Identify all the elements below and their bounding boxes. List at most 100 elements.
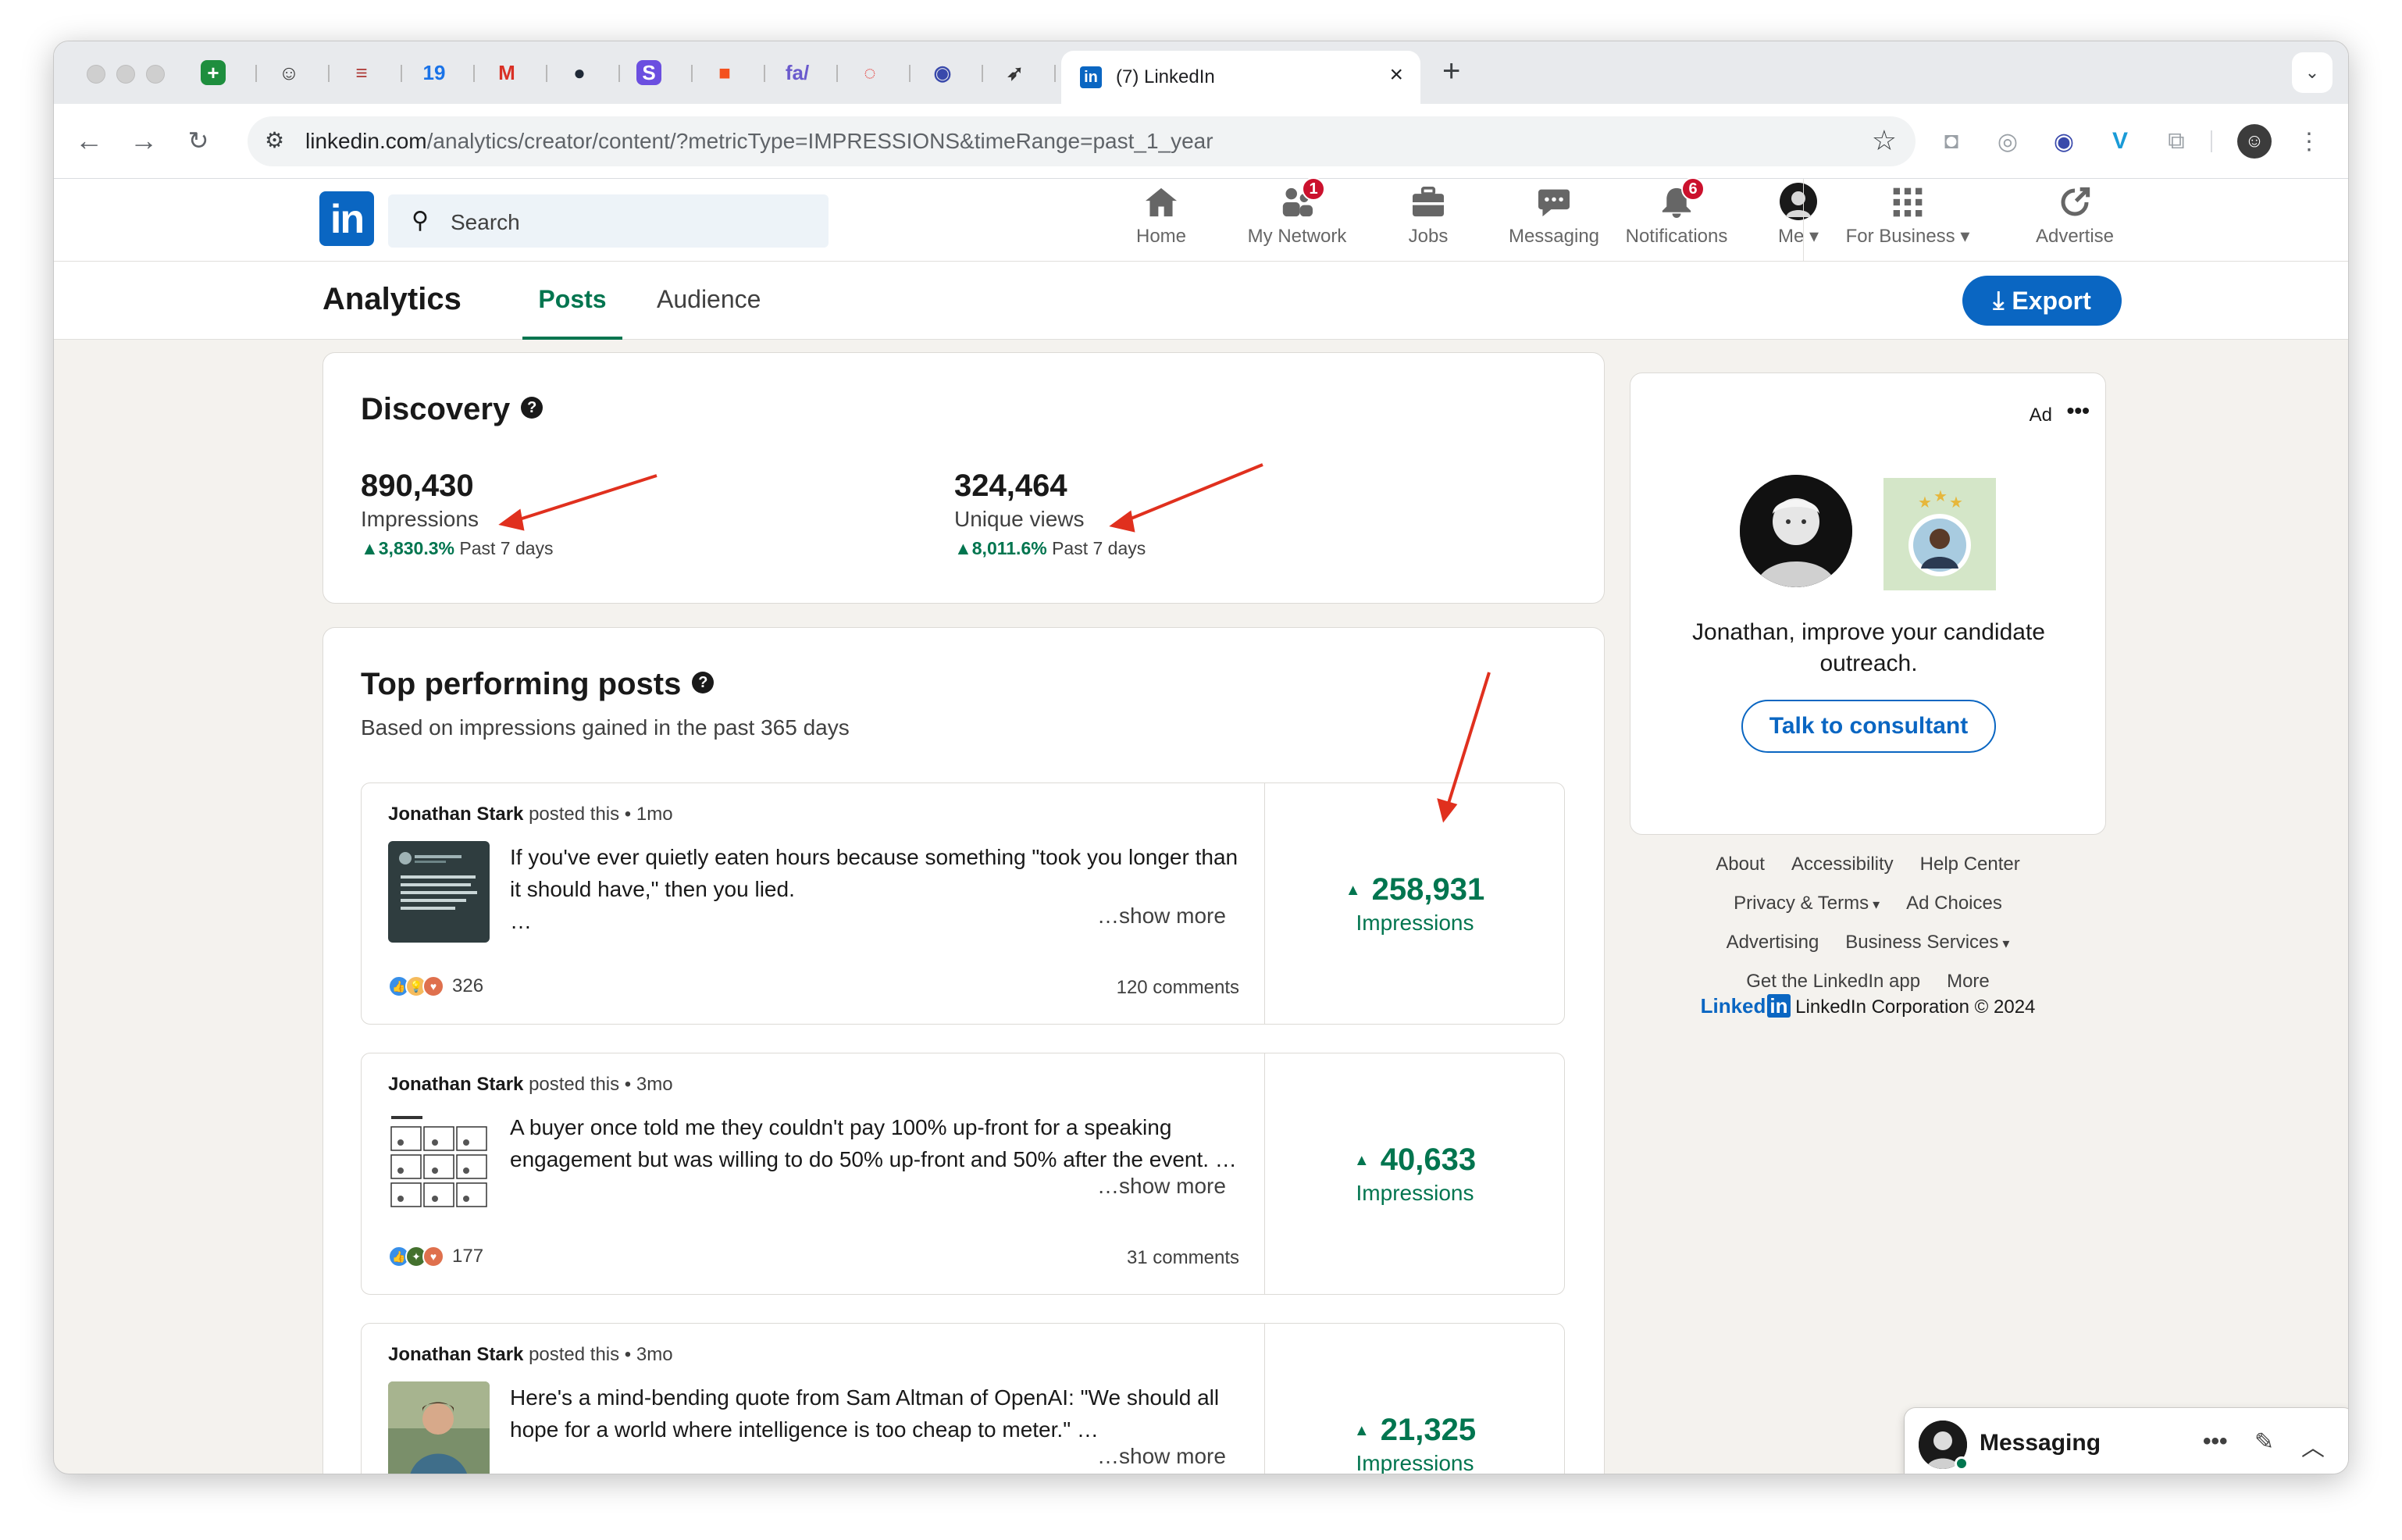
compose-icon[interactable]: ✎ [2254,1428,2274,1456]
download-icon: ⤓ [1993,286,2005,314]
show-more-link[interactable]: …show more [1097,1444,1226,1469]
nav-home[interactable]: Home [1114,184,1208,258]
post-thumbnail[interactable] [388,841,490,943]
post-impressions[interactable]: ▲ 40,633 Impressions [1264,1053,1566,1294]
metric-impressions[interactable]: 890,430 Impressions ▲3,830.3% Past 7 day… [361,469,554,559]
more-options-icon[interactable]: ••• [2067,398,2090,423]
bird-icon[interactable]: ➶ [1000,57,1031,88]
nav-messaging[interactable]: Messaging [1495,184,1613,258]
post-impressions[interactable]: ▲ 21,325 Impressions [1264,1324,1566,1474]
close-window-button[interactable] [87,65,105,84]
fa-icon[interactable]: fa/ [782,57,813,88]
post-card[interactable]: Jonathan Stark posted this • 1mo If you'… [361,782,1565,1025]
zoom-window-button[interactable] [146,65,165,84]
ad-label: Ad [2029,405,2052,426]
dark-circle-icon[interactable]: ● [564,57,595,88]
chevron-up-icon[interactable]: ︿ [2301,1428,2325,1463]
tab-linkedin[interactable]: in (7) LinkedIn × [1061,51,1420,104]
footer-link-business-services[interactable]: Business Services [1845,932,2009,954]
footer-link-about[interactable]: About [1716,854,1765,875]
nav-my-network[interactable]: 1 My Network [1228,177,1366,258]
help-icon[interactable]: ? [692,672,715,694]
post-card[interactable]: Jonathan Stark posted this • 3mo A buyer… [361,1053,1565,1295]
tab-search-chevron-icon[interactable]: ⌄ [2292,52,2333,93]
reaction-count: 177 [452,1246,484,1267]
bookmark-star-icon[interactable]: ☆ [1872,124,1897,157]
footer-link-help-center[interactable]: Help Center [1920,854,2020,875]
show-more-link[interactable]: …show more [1097,904,1226,929]
nav-advertise[interactable]: Advertise [2020,184,2129,258]
calendar-icon[interactable]: 19 [419,57,450,88]
orb-extension-icon[interactable]: ◉ [2047,124,2081,159]
robot-icon[interactable]: ☺ [273,57,305,88]
tab-audience[interactable]: Audience [657,285,761,340]
nav-notifications[interactable]: 6 Notifications [1611,177,1742,258]
vimeo-extension-icon[interactable]: V [2103,124,2137,159]
s-app-icon[interactable]: S [636,60,661,85]
footer-link-accessibility[interactable]: Accessibility [1791,854,1894,875]
footer-link-advertising[interactable]: Advertising [1727,932,1819,954]
messaging-dock-label: Messaging [1980,1430,2101,1456]
show-more-link[interactable]: …show more [1097,1174,1226,1199]
metric-label: Impressions [361,507,479,531]
post-card[interactable]: Jonathan Stark posted this • 3mo Here's … [361,1323,1565,1474]
red-ring-icon[interactable]: ◌ [854,57,886,88]
post-impressions[interactable]: ▲ 258,931 Impressions [1264,783,1566,1024]
reactions[interactable]: 👍 ✦ ♥ 177 [388,1246,483,1267]
ad-text: Jonathan, improve your candidate outreac… [1692,619,2045,676]
nav-for-business-label: For Business ▾ [1845,226,1970,247]
browser-menu-icon[interactable]: ⋮ [2292,124,2326,159]
forward-arrow-icon[interactable]: → [124,121,163,160]
site-info-icon[interactable]: ⚙ [265,127,284,153]
metric-change: ▲8,011.6% Past 7 days [954,538,1146,558]
footer-link-get-app[interactable]: Get the LinkedIn app [1746,971,1920,993]
footer-link-ad-choices[interactable]: Ad Choices [1906,893,2002,914]
svg-text:★: ★ [1918,494,1932,512]
impressions-label: Impressions [1356,910,1474,935]
footer-link-more[interactable]: More [1947,971,1990,993]
camera-extension-icon[interactable]: ◘ [1934,124,1969,159]
tab-posts[interactable]: Posts [522,285,622,340]
talk-to-consultant-button[interactable]: Talk to consultant [1741,700,1996,753]
export-button[interactable]: ⤓ Export [1962,276,2122,326]
comment-count[interactable]: 31 comments [1127,1247,1239,1269]
help-icon[interactable]: ? [521,397,543,419]
reload-icon[interactable]: ↻ [179,121,218,160]
nav-home-label: Home [1135,226,1187,247]
browser-toolbar: ← → ↻ ⚙ linkedin.com/analytics/creator/c… [54,104,2348,179]
up-triangle-icon: ▲ [1345,881,1361,899]
stack-icon[interactable]: ≡ [346,57,377,88]
metric-unique-views[interactable]: 324,464 Unique views ▲8,011.6% Past 7 da… [954,469,1146,559]
more-options-icon[interactable]: ••• [2203,1428,2228,1455]
gmail-icon[interactable]: M [491,57,522,88]
extensions-puzzle-icon[interactable]: ⧉ [2159,124,2194,159]
sheets-icon[interactable]: + [201,60,226,85]
minimize-window-button[interactable] [116,65,135,84]
messaging-dock[interactable]: Messaging ••• ✎ ︿ [1905,1408,2348,1474]
nav-for-business[interactable]: For Business ▾ [1814,184,2001,258]
search-input[interactable]: ⚲ Search [388,194,829,248]
top-posts-card: Top performing posts? Based on impressio… [323,627,1605,1474]
blue-orb-icon[interactable]: ◉ [927,57,958,88]
new-tab-icon[interactable]: + [1442,54,1460,89]
linkedin-logo-icon[interactable]: in [319,191,374,246]
network-badge: 1 [1302,177,1325,201]
nav-jobs[interactable]: Jobs [1381,184,1475,258]
address-bar[interactable]: ⚙ linkedin.com/analytics/creator/content… [248,116,1916,166]
briefcase-icon [1409,184,1447,221]
orange-square-icon[interactable]: ■ [709,57,740,88]
url-text[interactable]: linkedin.com/analytics/creator/content/?… [305,129,1213,154]
close-tab-icon[interactable]: × [1389,62,1403,88]
search-icon: ⚲ [412,208,429,233]
reaction-count: 326 [452,975,484,996]
back-arrow-icon[interactable]: ← [69,121,109,160]
profile-avatar-icon[interactable]: ☺ [2237,124,2272,159]
footer-link-privacy-terms[interactable]: Privacy & Terms [1734,893,1880,914]
reactions[interactable]: 👍 💡 ♥ 326 [388,975,483,997]
notifications-badge: 6 [1681,177,1705,201]
post-thumbnail[interactable] [388,1111,490,1213]
post-byline: Jonathan Stark posted this • 3mo [388,1074,673,1095]
comment-count[interactable]: 120 comments [1117,977,1239,999]
grammarly-extension-icon[interactable]: ◎ [1990,124,2025,159]
post-thumbnail[interactable] [388,1381,490,1474]
